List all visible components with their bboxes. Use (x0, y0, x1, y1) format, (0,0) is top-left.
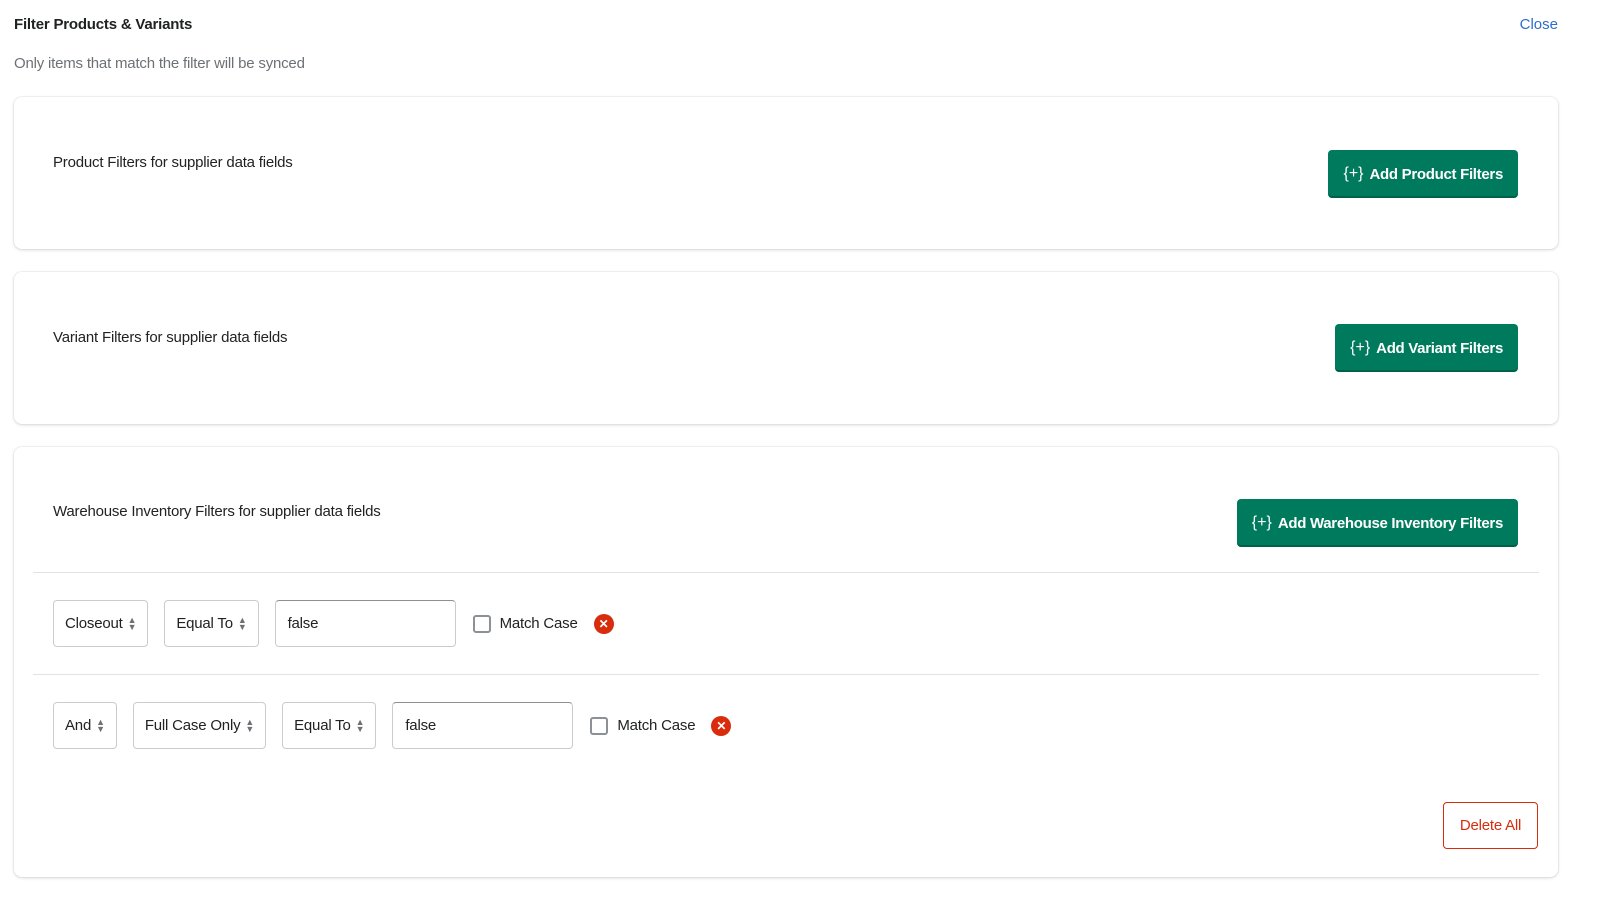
variant-filters-label: Variant Filters for supplier data fields (53, 329, 288, 346)
add-product-filters-button[interactable]: {+} Add Product Filters (1328, 150, 1518, 198)
page-title: Filter Products & Variants (14, 16, 193, 33)
checkbox-box[interactable] (472, 614, 491, 633)
product-filters-label: Product Filters for supplier data fields (53, 154, 293, 171)
match-case-checkbox[interactable]: Match Case (590, 716, 696, 735)
plus-braces-icon: {+} (1251, 514, 1272, 531)
checkbox-box[interactable] (590, 716, 609, 735)
delete-all-button[interactable]: Delete All (1443, 802, 1538, 849)
field-select[interactable]: Full Case Only ▲ ▼ (132, 702, 267, 749)
add-warehouse-filters-label: Add Warehouse Inventory Filters (1277, 514, 1503, 532)
value-input-text: false (405, 717, 437, 734)
field-select-value: Closeout (65, 615, 123, 632)
select-arrows-icon: ▲ ▼ (127, 614, 137, 632)
match-case-label: Match Case (499, 615, 578, 632)
select-arrows-icon: ▲ ▼ (355, 716, 365, 734)
value-input[interactable]: false (392, 702, 574, 749)
operator-select-value: Equal To (176, 615, 233, 632)
remove-filter-icon[interactable]: ✕ (593, 613, 614, 634)
operator-select[interactable]: Equal To ▲ ▼ (282, 702, 377, 749)
remove-filter-icon[interactable]: ✕ (711, 715, 732, 736)
value-input-text: false (287, 615, 319, 632)
add-warehouse-filters-button[interactable]: {+} Add Warehouse Inventory Filters (1236, 499, 1518, 547)
divider (33, 572, 1539, 573)
add-variant-filters-label: Add Variant Filters (1376, 339, 1503, 357)
match-case-checkbox[interactable]: Match Case (472, 614, 578, 633)
field-select-value: Full Case Only (144, 717, 241, 734)
select-arrows-icon: ▲ ▼ (245, 716, 255, 734)
add-variant-filters-button[interactable]: {+} Add Variant Filters (1335, 324, 1518, 372)
value-input[interactable]: false (274, 600, 456, 647)
select-arrows-icon: ▲ ▼ (237, 614, 247, 632)
warehouse-filters-label: Warehouse Inventory Filters for supplier… (53, 503, 381, 520)
conjunction-select-value: And (65, 717, 92, 734)
operator-select[interactable]: Equal To ▲ ▼ (164, 600, 259, 647)
add-product-filters-label: Add Product Filters (1369, 165, 1504, 183)
plus-braces-icon: {+} (1343, 165, 1364, 182)
conjunction-select[interactable]: And ▲ ▼ (53, 702, 117, 749)
select-arrows-icon: ▲ ▼ (96, 716, 105, 734)
page-subtitle: Only items that match the filter will be… (14, 55, 305, 72)
close-link[interactable]: Close (1520, 16, 1558, 33)
divider (33, 674, 1539, 675)
warehouse-filters-card: Warehouse Inventory Filters for supplier… (14, 447, 1558, 877)
field-select[interactable]: Closeout ▲ ▼ (53, 600, 149, 647)
operator-select-value: Equal To (294, 717, 351, 734)
filter-row: And ▲ ▼ Full Case Only ▲ ▼ Equal To ▲ ▼ fal… (53, 702, 732, 749)
match-case-label: Match Case (617, 717, 696, 734)
product-filters-card: Product Filters for supplier data fields… (14, 97, 1558, 249)
variant-filters-card: Variant Filters for supplier data fields… (14, 272, 1558, 424)
filter-row: Closeout ▲ ▼ Equal To ▲ ▼ false Match Case… (53, 600, 614, 647)
plus-braces-icon: {+} (1350, 339, 1371, 356)
